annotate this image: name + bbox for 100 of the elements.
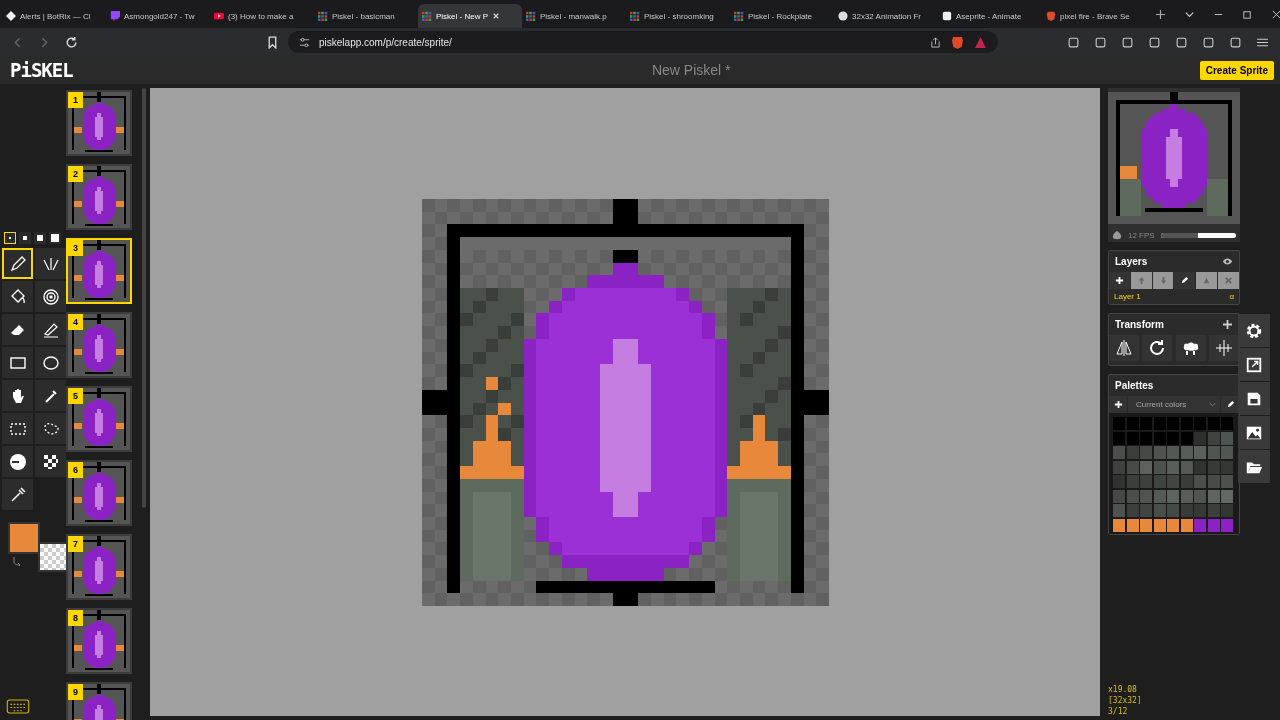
palette-swatch[interactable] <box>1140 431 1152 445</box>
palette-swatch[interactable] <box>1180 489 1193 503</box>
frame-thumbnail[interactable]: 8 <box>66 608 132 674</box>
palette-dropdown[interactable]: Current colors <box>1128 396 1220 413</box>
browser-tab[interactable]: Piskel - manwalk.p <box>522 4 626 28</box>
palette-swatch[interactable] <box>1221 518 1233 532</box>
mirror-tool-button[interactable] <box>35 248 66 279</box>
palette-swatch[interactable] <box>1180 460 1193 474</box>
rotate-icon[interactable] <box>1142 335 1173 361</box>
palette-swatch[interactable] <box>1126 518 1139 532</box>
palette-swatch[interactable] <box>1140 475 1152 488</box>
palette-swatch[interactable] <box>1180 446 1193 459</box>
lighten-tool-button[interactable] <box>2 446 33 477</box>
move-tool-button[interactable] <box>2 380 33 411</box>
eye-icon[interactable] <box>1222 257 1233 266</box>
frame-thumbnail[interactable]: 7 <box>66 534 132 600</box>
palette-swatch[interactable] <box>1153 489 1166 503</box>
palette-swatch[interactable] <box>1153 460 1166 474</box>
frame-thumbnail[interactable]: 9 <box>66 682 132 720</box>
palette-swatch[interactable] <box>1221 489 1233 503</box>
bucket-tool-button[interactable] <box>2 281 33 312</box>
pen-size-option[interactable] <box>4 232 16 244</box>
palette-swatch[interactable] <box>1113 417 1125 430</box>
fps-slider[interactable] <box>1160 232 1236 238</box>
browser-tab[interactable]: Piskel - Rockplate <box>730 4 834 28</box>
eraser-tool-button[interactable] <box>2 314 33 345</box>
save-button[interactable] <box>1238 382 1270 415</box>
shape-select-tool-button[interactable] <box>35 380 66 411</box>
export-image-button[interactable] <box>1238 416 1270 449</box>
palette-swatch[interactable] <box>1113 460 1125 474</box>
palette-swatch[interactable] <box>1113 431 1125 445</box>
merge-layer-button[interactable] <box>1196 272 1218 289</box>
layer-item[interactable]: Layer 1 α <box>1109 289 1239 304</box>
palette-swatch[interactable] <box>1126 475 1139 488</box>
plus-icon[interactable] <box>1222 320 1233 329</box>
share-icon[interactable] <box>930 36 941 48</box>
palette-swatch[interactable] <box>1153 518 1166 532</box>
add-layer-button[interactable] <box>1109 272 1130 289</box>
move-layer-down-button[interactable] <box>1152 272 1174 289</box>
palette-swatch[interactable] <box>1113 475 1125 488</box>
primary-color-swatch[interactable] <box>8 522 40 554</box>
palette-swatch[interactable] <box>1207 504 1220 517</box>
palette-swatch[interactable] <box>1126 460 1139 474</box>
lasso-tool-button[interactable] <box>35 413 66 444</box>
create-sprite-button[interactable]: Create Sprite <box>1199 60 1274 80</box>
bookmark-icon[interactable] <box>266 35 279 49</box>
frame-thumbnail[interactable]: 2 <box>66 164 132 230</box>
palette-swatch[interactable] <box>1153 446 1166 459</box>
palette-swatch[interactable] <box>1140 489 1152 503</box>
palette-swatch[interactable] <box>1140 460 1152 474</box>
rename-layer-button[interactable] <box>1174 272 1196 289</box>
lion-icon[interactable] <box>951 35 964 49</box>
resize-button[interactable] <box>1238 348 1270 381</box>
palette-swatch[interactable] <box>1207 417 1220 430</box>
browser-tab[interactable]: Piskel - basicman <box>314 4 418 28</box>
sliders-icon[interactable] <box>299 36 310 48</box>
pen-tool-button[interactable] <box>2 248 33 279</box>
browser-tab[interactable]: Aseprite - Animate <box>938 4 1042 28</box>
address-bar[interactable]: piskelapp.com/p/create/sprite/ <box>288 31 998 53</box>
palette-swatch[interactable] <box>1140 446 1152 459</box>
palette-swatch[interactable] <box>1207 475 1220 488</box>
palette-swatch[interactable] <box>1194 504 1206 517</box>
palette-swatch[interactable] <box>1153 475 1166 488</box>
keyboard-icon[interactable] <box>6 699 30 714</box>
edit-palette-button[interactable] <box>1221 396 1239 413</box>
palette-swatch[interactable] <box>1126 489 1139 503</box>
layer-opacity[interactable]: α <box>1229 292 1234 301</box>
frame-thumbnail[interactable]: 1 <box>66 90 132 156</box>
palette-swatch[interactable] <box>1180 431 1193 445</box>
palette-swatch[interactable] <box>1140 504 1152 517</box>
palette-swatch[interactable] <box>1207 489 1220 503</box>
palette-swatch[interactable] <box>1180 417 1193 430</box>
palette-swatch[interactable] <box>1126 504 1139 517</box>
palette-swatch[interactable] <box>1194 460 1206 474</box>
rect-select-tool-button[interactable] <box>2 413 33 444</box>
circle-tool-button[interactable] <box>35 347 66 378</box>
palette-swatch[interactable] <box>1207 460 1220 474</box>
palette-swatch[interactable] <box>1153 431 1166 445</box>
browser-tab[interactable]: Asmongold247 - Tw <box>106 4 210 28</box>
browser-tab[interactable]: 32x32 Animation Fr <box>834 4 938 28</box>
palette-swatch[interactable] <box>1221 446 1233 459</box>
dither-tool-button[interactable] <box>35 446 66 477</box>
palette-swatch[interactable] <box>1194 431 1206 445</box>
palette-swatch[interactable] <box>1153 417 1166 430</box>
palette-swatch[interactable] <box>1113 489 1125 503</box>
palette-swatch[interactable] <box>1207 518 1220 532</box>
palette-swatch[interactable] <box>1113 518 1125 532</box>
palette-swatch[interactable] <box>1167 504 1179 517</box>
rectangle-tool-button[interactable] <box>2 347 33 378</box>
palette-swatch[interactable] <box>1167 446 1179 459</box>
browser-tab[interactable]: pixel fire - Brave Se <box>1042 4 1146 28</box>
browser-tab[interactable]: Piskel - shroomking <box>626 4 730 28</box>
palette-swatch[interactable] <box>1180 518 1193 532</box>
pen-size-option[interactable] <box>34 232 46 244</box>
palette-swatch[interactable] <box>1140 518 1152 532</box>
onion-skin-icon[interactable] <box>1112 230 1122 240</box>
palette-swatch[interactable] <box>1140 417 1152 430</box>
palette-swatch[interactable] <box>1126 417 1139 430</box>
pen-size-option[interactable] <box>49 232 61 244</box>
palette-swatch[interactable] <box>1167 417 1179 430</box>
